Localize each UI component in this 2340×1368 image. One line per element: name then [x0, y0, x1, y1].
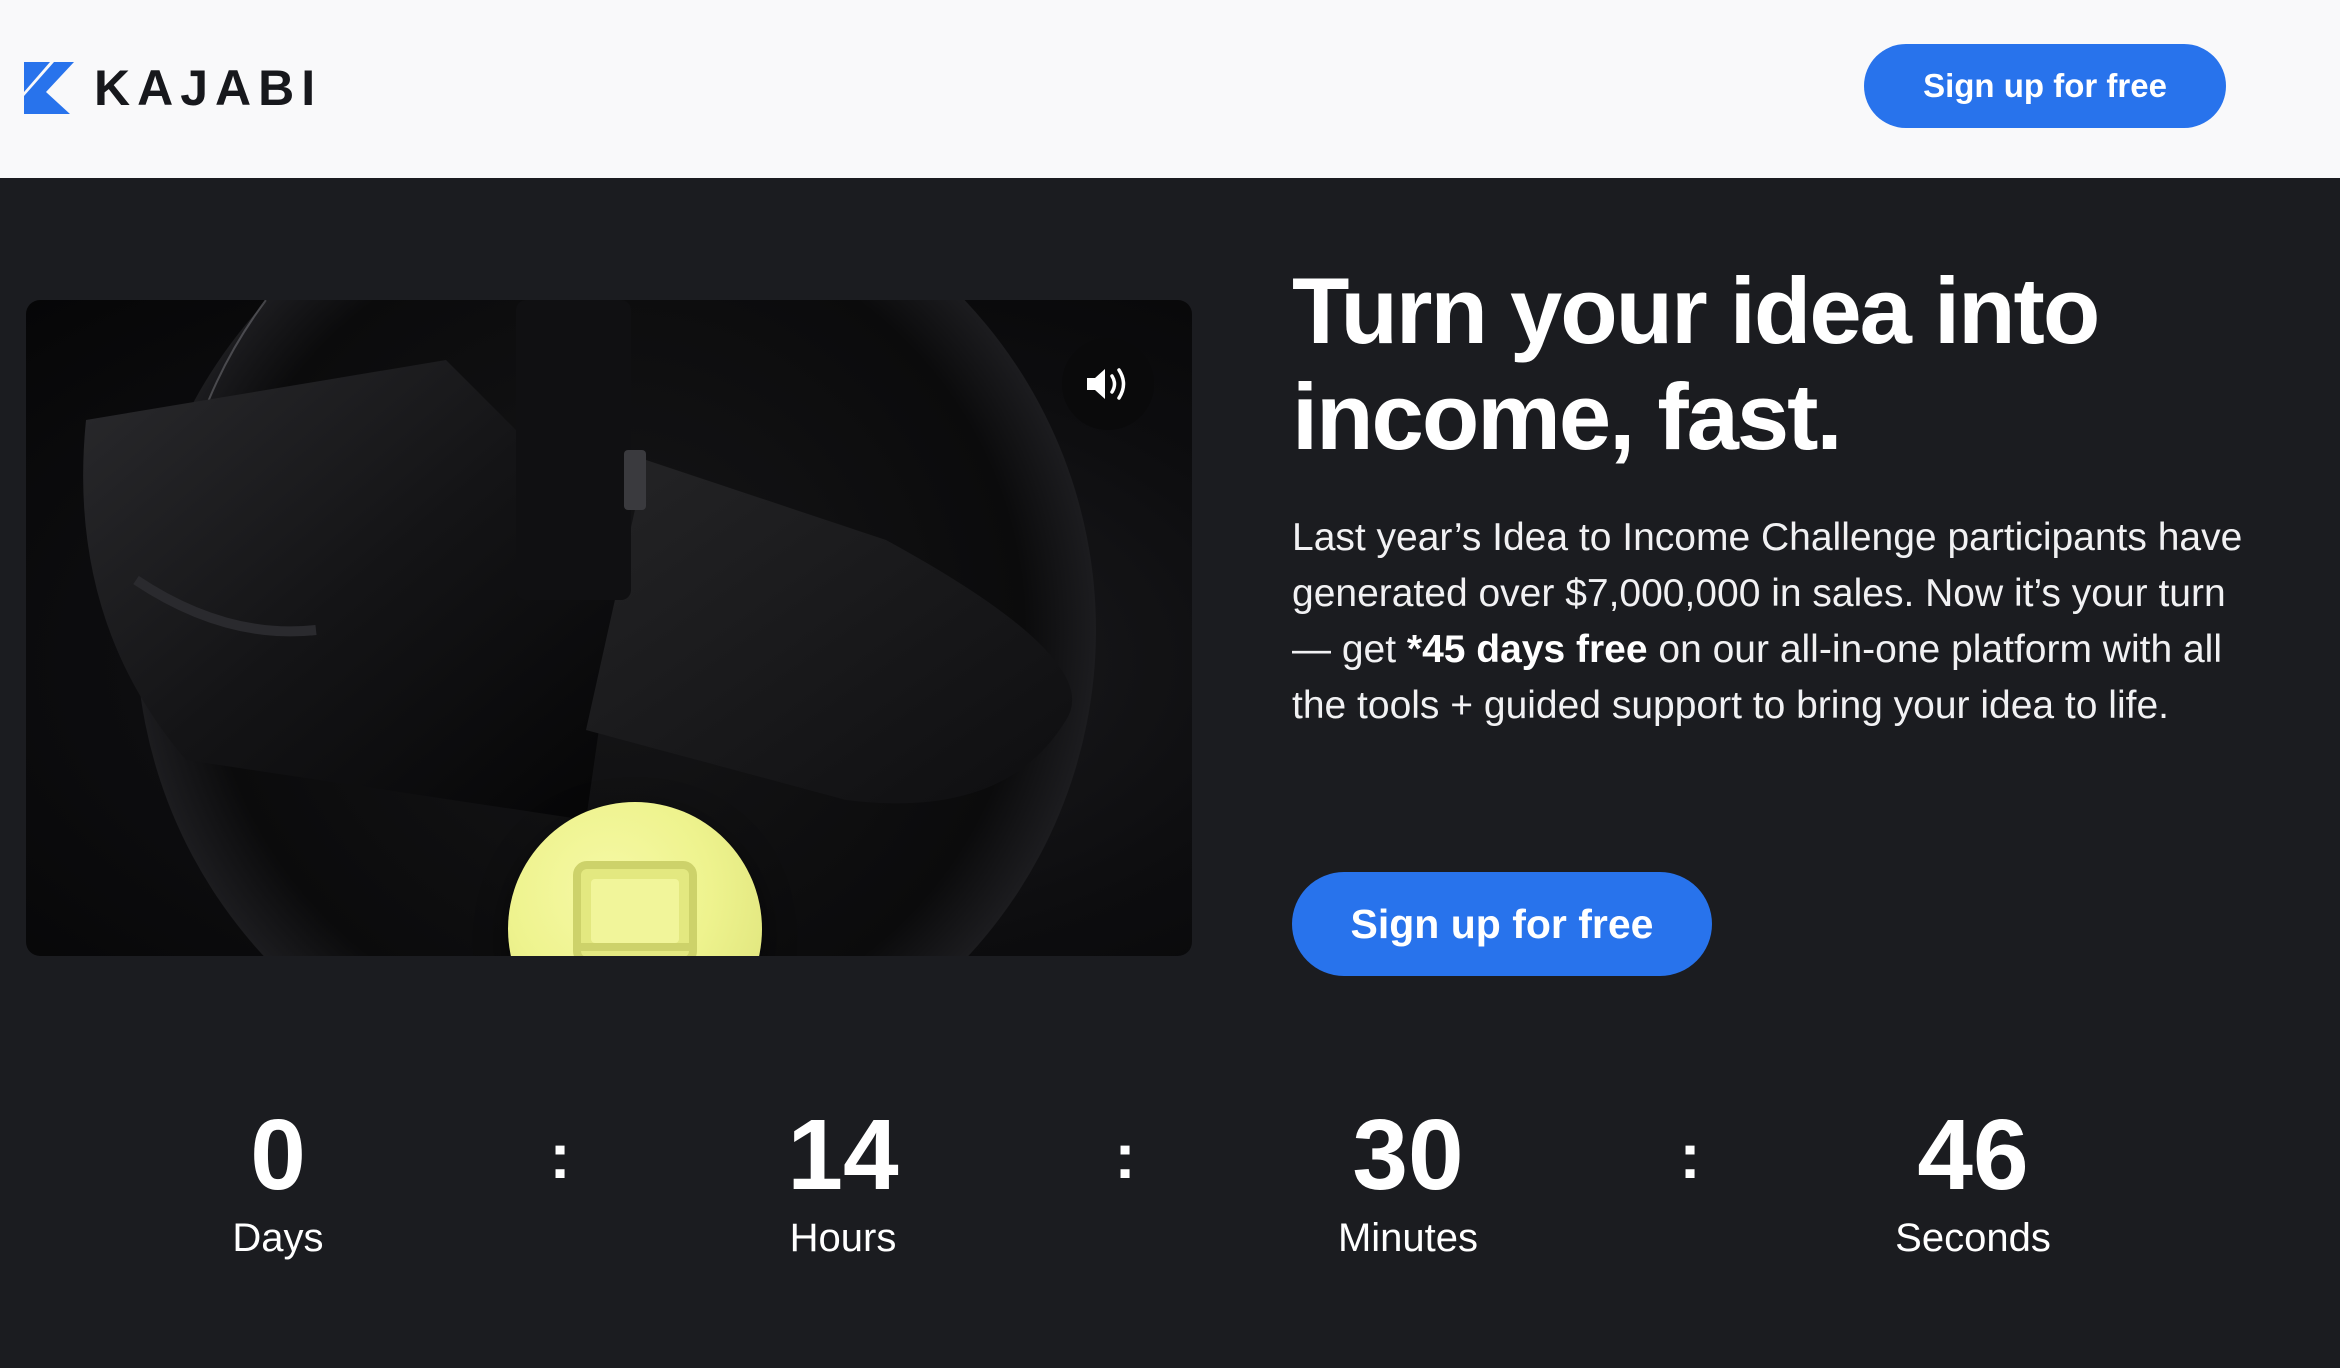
hero-signup-button[interactable]: Sign up for free — [1292, 872, 1712, 976]
speaker-volume-icon — [1087, 368, 1126, 400]
kajabi-logo-mark-icon — [24, 62, 74, 114]
site-header: KAJABI Sign up for free — [0, 0, 2340, 178]
countdown-separator: : — [1679, 1120, 1701, 1192]
kajabi-logo[interactable]: KAJABI — [24, 58, 322, 118]
countdown-seconds: 46 Seconds — [1813, 1100, 2133, 1262]
countdown-hours: 14 Hours — [683, 1100, 1003, 1262]
mute-toggle-button[interactable] — [1062, 338, 1154, 430]
countdown-minutes-value: 30 — [1352, 1099, 1464, 1211]
hero-video[interactable] — [26, 300, 1192, 956]
countdown-minutes-label: Minutes — [1337, 1216, 1479, 1260]
countdown-seconds-value: 46 — [1917, 1099, 2029, 1211]
countdown-minutes: 30 Minutes — [1248, 1100, 1568, 1262]
countdown-separator: : — [1114, 1120, 1136, 1192]
countdown-days-value: 0 — [250, 1099, 306, 1211]
countdown-days-label: Days — [232, 1216, 324, 1260]
countdown-days: 0 Days — [118, 1100, 438, 1262]
countdown-seconds-label: Seconds — [1895, 1216, 2051, 1260]
logo-wordmark: KAJABI — [94, 60, 323, 116]
countdown-hours-value: 14 — [787, 1099, 899, 1211]
countdown-separator: : — [549, 1120, 571, 1192]
hero-description-highlight: *45 days free — [1406, 628, 1648, 671]
countdown-hours-label: Hours — [789, 1216, 897, 1260]
header-signup-button[interactable]: Sign up for free — [1864, 44, 2226, 128]
countdown-timer: 0 Days : 14 Hours : 30 Minutes : 46 Seco… — [0, 1100, 2340, 1280]
monitor-icon — [573, 861, 697, 956]
hero-headline: Turn your idea into income, fast. — [1292, 258, 2100, 469]
hero-description: Last year’s Idea to Income Challenge par… — [1292, 510, 2252, 734]
